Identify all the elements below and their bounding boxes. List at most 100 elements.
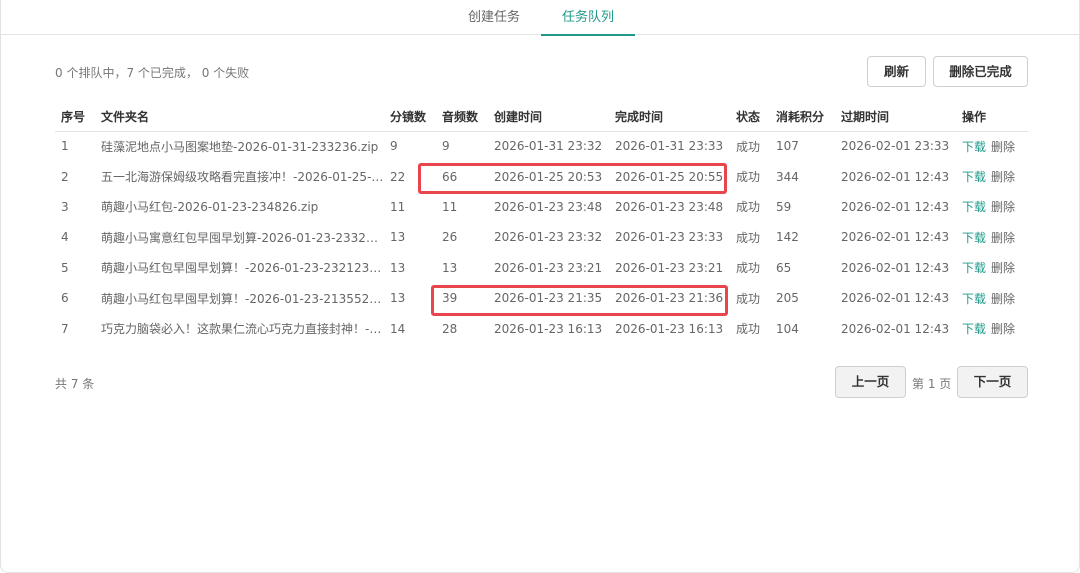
cell-audio: 28	[442, 321, 458, 336]
cell-expire: 2026-02-01 12:43	[841, 321, 950, 336]
cell-audio: 9	[442, 139, 450, 154]
tab-task-queue[interactable]: 任务队列	[541, 0, 635, 36]
table-row: 2 五一北海游保姆级攻略看完直接冲！-2026-01-25-… 22 66 20…	[55, 161, 1028, 191]
cell-status: 成功	[736, 170, 761, 185]
cell-cost: 205	[776, 291, 799, 306]
cell-created: 2026-01-23 23:32	[494, 230, 603, 245]
cell-audio: 66	[442, 169, 458, 184]
download-link[interactable]: 下载	[962, 140, 986, 154]
cell-expire: 2026-02-01 12:43	[841, 260, 950, 275]
cell-index: 7	[61, 321, 69, 336]
prev-page-button[interactable]: 上一页	[835, 366, 906, 398]
cell-status: 成功	[736, 230, 761, 245]
download-link[interactable]: 下载	[962, 231, 986, 245]
page-indicator: 第 1 页	[912, 377, 952, 391]
cell-actions: 下载 删除	[956, 222, 1028, 252]
cell-cost: 107	[776, 139, 799, 154]
table-row: 7 巧克力脑袋必入！这款果仁流心巧克力直接封神！-… 14 28 2026-01…	[55, 313, 1028, 343]
cell-created: 2026-01-23 23:21	[494, 260, 603, 275]
cell-index: 6	[61, 291, 69, 306]
task-table: 序号 文件夹名 分镜数 音频数 创建时间 完成时间 状态 消耗积分 过期时间 操…	[55, 102, 1028, 344]
cell-index: 1	[61, 139, 69, 154]
col-header-finished: 完成时间	[609, 102, 730, 132]
download-link[interactable]: 下载	[962, 261, 986, 275]
cell-expire: 2026-02-01 12:43	[841, 199, 950, 214]
next-page-button[interactable]: 下一页	[957, 366, 1028, 398]
cell-finished: 2026-01-23 23:21	[615, 260, 724, 275]
queue-summary: 0 个排队中，7 个已完成， 0 个失败	[55, 66, 250, 80]
cell-shots: 13	[390, 230, 406, 245]
delete-link[interactable]: 删除	[991, 170, 1015, 184]
table-row: 4 萌趣小马寓意红包早囤早划算-2026-01-23-23322… 13 26 …	[55, 222, 1028, 252]
cell-status: 成功	[736, 291, 761, 306]
cell-audio: 13	[442, 260, 458, 275]
cell-shots: 9	[390, 139, 398, 154]
cell-expire: 2026-02-01 12:43	[841, 169, 950, 184]
cell-folder-name: 巧克力脑袋必入！这款果仁流心巧克力直接封神！-…	[101, 322, 382, 337]
cell-finished: 2026-01-23 23:33	[615, 230, 724, 245]
cell-actions: 下载 删除	[956, 192, 1028, 222]
cell-created: 2026-01-23 16:13	[494, 321, 603, 336]
cell-status: 成功	[736, 322, 761, 337]
tab-bar: 创建任务 任务队列	[0, 0, 1080, 36]
cell-created: 2026-01-23 23:48	[494, 199, 603, 214]
cell-shots: 14	[390, 321, 406, 336]
cell-created: 2026-01-25 20:53	[494, 169, 603, 184]
cell-folder-name: 硅藻泥地点小马图案地垫-2026-01-31-233236.zip	[101, 139, 379, 154]
delete-link[interactable]: 删除	[991, 261, 1015, 275]
cell-shots: 13	[390, 260, 406, 275]
col-header-status: 状态	[730, 102, 770, 132]
cell-folder-name: 萌趣小马红包早囤早划算！-2026-01-23-213552.…	[101, 291, 384, 306]
col-header-expire: 过期时间	[835, 102, 956, 132]
col-header-cost: 消耗积分	[770, 102, 835, 132]
cell-shots: 22	[390, 169, 406, 184]
table-row: 3 萌趣小马红包-2026-01-23-234826.zip 11 11 202…	[55, 192, 1028, 222]
cell-cost: 142	[776, 230, 799, 245]
download-link[interactable]: 下载	[962, 170, 986, 184]
delete-link[interactable]: 删除	[991, 140, 1015, 154]
table-header-row: 序号 文件夹名 分镜数 音频数 创建时间 完成时间 状态 消耗积分 过期时间 操…	[55, 102, 1028, 132]
cell-status: 成功	[736, 261, 761, 276]
cell-created: 2026-01-23 21:35	[494, 291, 603, 306]
delete-link[interactable]: 删除	[991, 200, 1015, 214]
cell-actions: 下载 删除	[956, 131, 1028, 161]
cell-expire: 2026-02-01 23:33	[841, 139, 950, 154]
delete-completed-button[interactable]: 删除已完成	[933, 56, 1028, 87]
cell-index: 4	[61, 230, 69, 245]
cell-cost: 65	[776, 260, 792, 275]
cell-created: 2026-01-31 23:32	[494, 139, 603, 154]
cell-index: 5	[61, 260, 69, 275]
cell-folder-name: 五一北海游保姆级攻略看完直接冲！-2026-01-25-…	[101, 170, 384, 185]
cell-actions: 下载 删除	[956, 283, 1028, 313]
cell-shots: 11	[390, 199, 406, 214]
cell-cost: 344	[776, 169, 799, 184]
table-row: 5 萌趣小马红包早囤早划算！-2026-01-23-232123.… 13 13…	[55, 253, 1028, 283]
table-row: 6 萌趣小马红包早囤早划算！-2026-01-23-213552.… 13 39…	[55, 283, 1028, 313]
cell-actions: 下载 删除	[956, 253, 1028, 283]
download-link[interactable]: 下载	[962, 292, 986, 306]
cell-finished: 2026-01-25 20:55	[615, 169, 724, 184]
cell-folder-name: 萌趣小马红包-2026-01-23-234826.zip	[101, 200, 319, 215]
download-link[interactable]: 下载	[962, 322, 986, 336]
delete-link[interactable]: 删除	[991, 322, 1015, 336]
tab-create-task[interactable]: 创建任务	[452, 0, 536, 35]
refresh-button[interactable]: 刷新	[867, 56, 926, 87]
total-count: 共 7 条	[55, 377, 95, 391]
col-header-folder: 文件夹名	[95, 102, 384, 132]
cell-expire: 2026-02-01 12:43	[841, 230, 950, 245]
cell-folder-name: 萌趣小马寓意红包早囤早划算-2026-01-23-23322…	[101, 230, 384, 245]
cell-actions: 下载 删除	[956, 313, 1028, 343]
cell-status: 成功	[736, 139, 761, 154]
col-header-actions: 操作	[956, 102, 1028, 132]
cell-shots: 13	[390, 291, 406, 306]
cell-index: 2	[61, 169, 69, 184]
cell-cost: 104	[776, 321, 799, 336]
delete-link[interactable]: 删除	[991, 292, 1015, 306]
cell-status: 成功	[736, 200, 761, 215]
delete-link[interactable]: 删除	[991, 231, 1015, 245]
cell-expire: 2026-02-01 12:43	[841, 291, 950, 306]
download-link[interactable]: 下载	[962, 200, 986, 214]
cell-finished: 2026-01-23 23:48	[615, 199, 724, 214]
cell-actions: 下载 删除	[956, 161, 1028, 191]
cell-finished: 2026-01-23 21:36	[615, 291, 724, 306]
